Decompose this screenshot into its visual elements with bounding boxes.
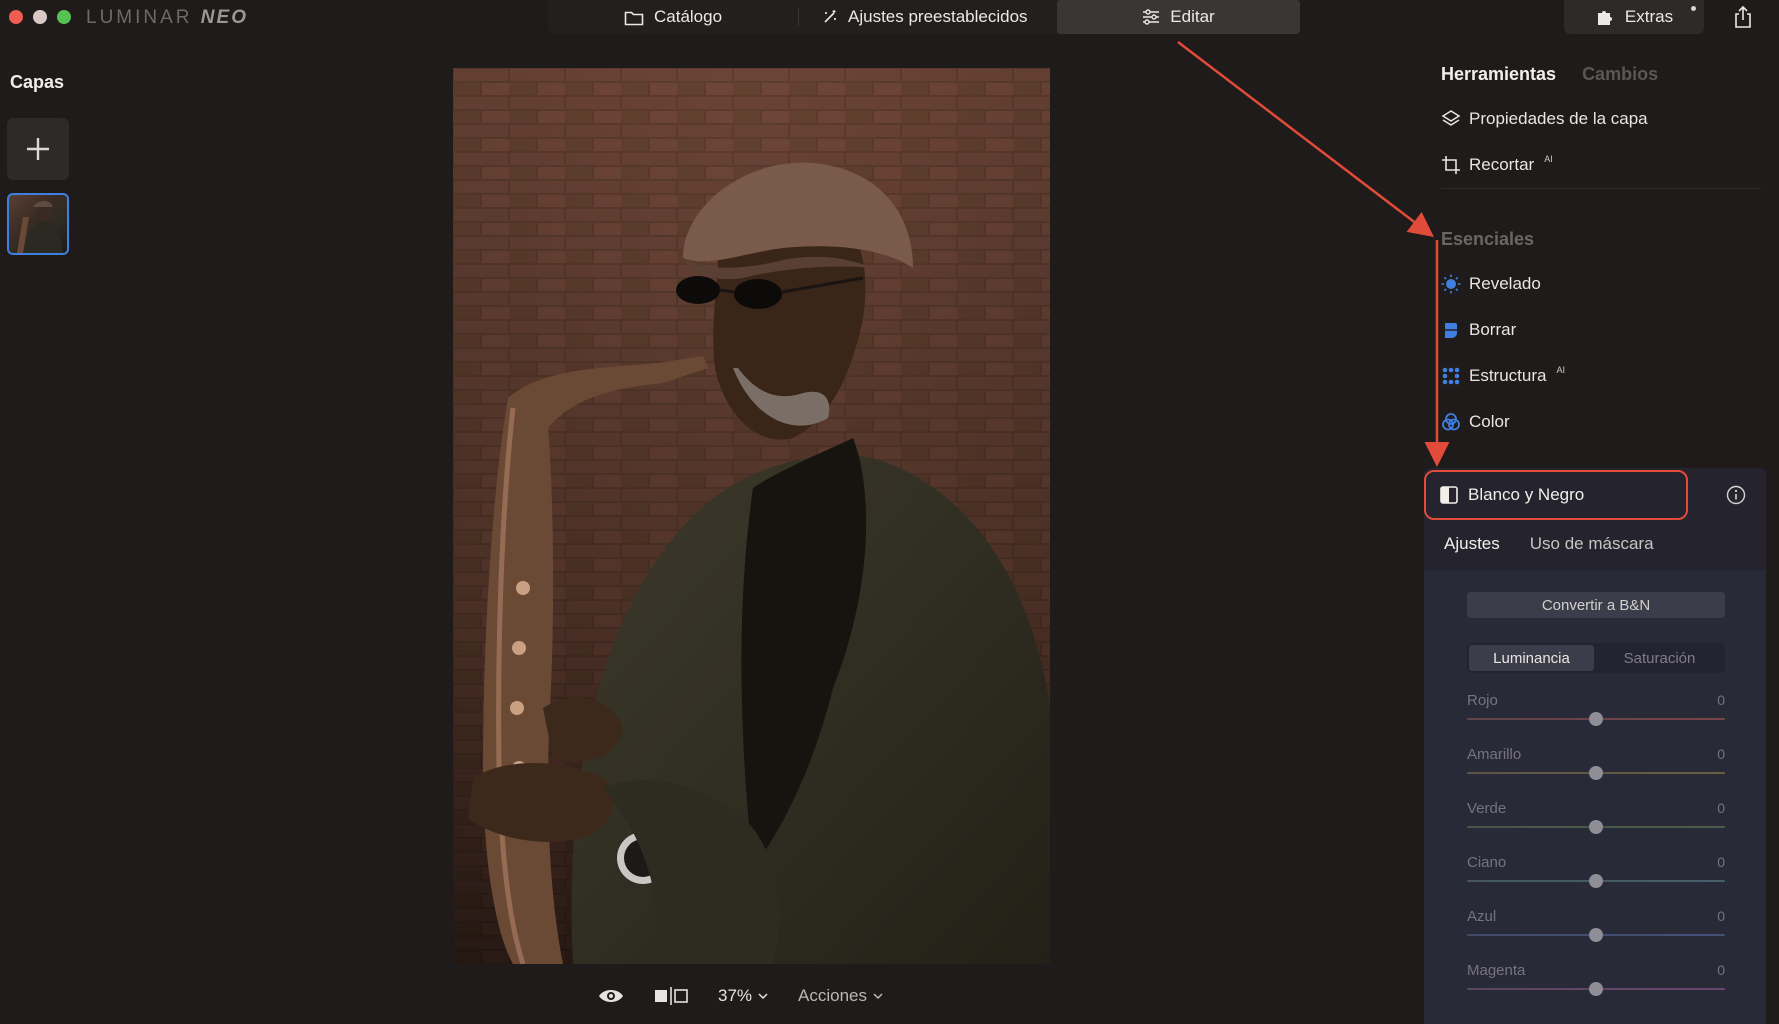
section-divider: [1441, 188, 1761, 189]
luminance-saturation-toggle: Luminancia Saturación: [1467, 643, 1725, 673]
color-circles-icon: [1442, 413, 1460, 431]
zoom-window-button[interactable]: [57, 10, 71, 24]
bw-content: [1424, 570, 1766, 1024]
slider-label: Amarillo: [1467, 746, 1522, 763]
ai-badge: AI: [1544, 154, 1553, 164]
minimize-window-button[interactable]: [33, 10, 47, 24]
actions-label: Acciones: [798, 986, 868, 1005]
structure-dots-icon: [1442, 367, 1460, 385]
slider-label: Rojo: [1467, 692, 1498, 709]
tab-tools[interactable]: Herramientas: [1441, 64, 1556, 85]
slider-thumb[interactable]: [1589, 874, 1603, 888]
folder-icon: [624, 11, 644, 25]
tool-color[interactable]: Color: [1441, 412, 1510, 432]
segment-saturation[interactable]: Saturación: [1596, 645, 1723, 671]
tab-changes[interactable]: Cambios: [1582, 64, 1658, 85]
tool-structure-label: Estructura: [1469, 366, 1547, 385]
slider-green: Verde 0: [1467, 800, 1725, 840]
tab-bw-adjust[interactable]: Ajustes: [1444, 534, 1500, 554]
actions-dropdown[interactable]: Acciones: [798, 986, 883, 1006]
tool-develop-label: Revelado: [1469, 274, 1541, 293]
tool-erase-label: Borrar: [1469, 320, 1517, 339]
tab-presets-label: Ajustes preestablecidos: [848, 7, 1028, 26]
tool-crop[interactable]: Recortar AI: [1441, 154, 1553, 175]
eye-icon: [599, 990, 623, 1002]
segment-luminance[interactable]: Luminancia: [1469, 645, 1594, 671]
slider-value: 0: [1717, 800, 1725, 816]
preview-toggle[interactable]: [598, 987, 624, 1005]
slider-magenta: Magenta 0: [1467, 962, 1725, 1002]
add-layer-button[interactable]: [7, 118, 69, 180]
slider-yellow: Amarillo 0: [1467, 746, 1725, 786]
tab-presets[interactable]: Ajustes preestablecidos: [822, 0, 1028, 34]
zoom-dropdown[interactable]: 37%: [718, 986, 768, 1006]
slider-label: Azul: [1467, 908, 1497, 925]
bottom-toolbar: 37% Acciones: [598, 982, 883, 1010]
chevron-down-icon: [758, 993, 768, 999]
slider-label: Verde: [1467, 800, 1507, 817]
close-window-button[interactable]: [9, 10, 23, 24]
section-essentials[interactable]: Esenciales: [1441, 229, 1534, 250]
layers-title: Capas: [10, 72, 65, 92]
top-tab-bar: Catálogo Ajustes preestablecidos Editar: [548, 0, 1300, 34]
tool-layer-properties-label: Propiedades de la capa: [1469, 109, 1648, 128]
compare-toggle[interactable]: [654, 986, 688, 1006]
app-logo: LUMINAR NEO: [86, 7, 248, 28]
ai-badge: AI: [1556, 365, 1565, 375]
tool-develop[interactable]: Revelado: [1441, 274, 1541, 294]
slider-label: Magenta: [1467, 962, 1526, 979]
slider-value: 0: [1717, 908, 1725, 924]
bw-tool-title: Blanco y Negro: [1468, 485, 1585, 504]
slider-label: Ciano: [1467, 854, 1507, 871]
tool-color-label: Color: [1469, 412, 1510, 431]
tool-structure[interactable]: Estructura AI: [1441, 365, 1565, 386]
slider-thumb[interactable]: [1589, 712, 1603, 726]
layer-thumbnail[interactable]: [7, 193, 69, 255]
bw-tool-header[interactable]: Blanco y Negro: [1424, 470, 1688, 520]
tab-edit[interactable]: Editar: [1057, 0, 1300, 34]
slider-value: 0: [1717, 692, 1725, 708]
tool-crop-label: Recortar: [1469, 155, 1535, 174]
slider-value: 0: [1717, 962, 1725, 978]
crop-icon: [1442, 156, 1460, 174]
layer-thumbnail-image: [17, 201, 63, 253]
tab-catalog-label: Catálogo: [654, 7, 723, 26]
slider-red: Rojo 0: [1467, 692, 1725, 732]
saxophonist-photo: [453, 68, 1050, 964]
bw-subtabs: Ajustes Uso de máscara: [1444, 534, 1654, 554]
eraser-icon: [1445, 323, 1457, 338]
slider-value: 0: [1717, 746, 1725, 762]
chevron-down-icon: [873, 993, 883, 999]
tools-tabs: Herramientas Cambios: [1441, 64, 1658, 85]
sun-icon: [1441, 274, 1461, 294]
tab-catalog[interactable]: Catálogo: [624, 0, 722, 34]
convert-bw-button[interactable]: Convertir a B&N: [1467, 592, 1725, 618]
slider-cyan: Ciano 0: [1467, 854, 1725, 894]
slider-thumb[interactable]: [1589, 820, 1603, 834]
bw-square-icon: [1440, 486, 1458, 504]
sparkle-wand-icon: [824, 10, 836, 23]
slider-value: 0: [1717, 854, 1725, 870]
plus-icon: [27, 138, 49, 160]
info-icon[interactable]: [1726, 485, 1746, 505]
tab-divider: [798, 8, 799, 26]
slider-thumb[interactable]: [1589, 766, 1603, 780]
tab-edit-label: Editar: [1170, 7, 1215, 26]
slider-thumb[interactable]: [1589, 928, 1603, 942]
compare-split-icon: [655, 987, 688, 1005]
slider-blue: Azul 0: [1467, 908, 1725, 948]
zoom-value: 37%: [718, 986, 753, 1005]
slider-thumb[interactable]: [1589, 982, 1603, 996]
tool-erase[interactable]: Borrar: [1441, 320, 1516, 340]
layers-icon: [1441, 110, 1461, 126]
sliders-icon: [1143, 9, 1160, 25]
photo-canvas[interactable]: [453, 68, 1050, 964]
tool-layer-properties[interactable]: Propiedades de la capa: [1441, 109, 1648, 129]
tab-bw-masking[interactable]: Uso de máscara: [1530, 534, 1654, 554]
